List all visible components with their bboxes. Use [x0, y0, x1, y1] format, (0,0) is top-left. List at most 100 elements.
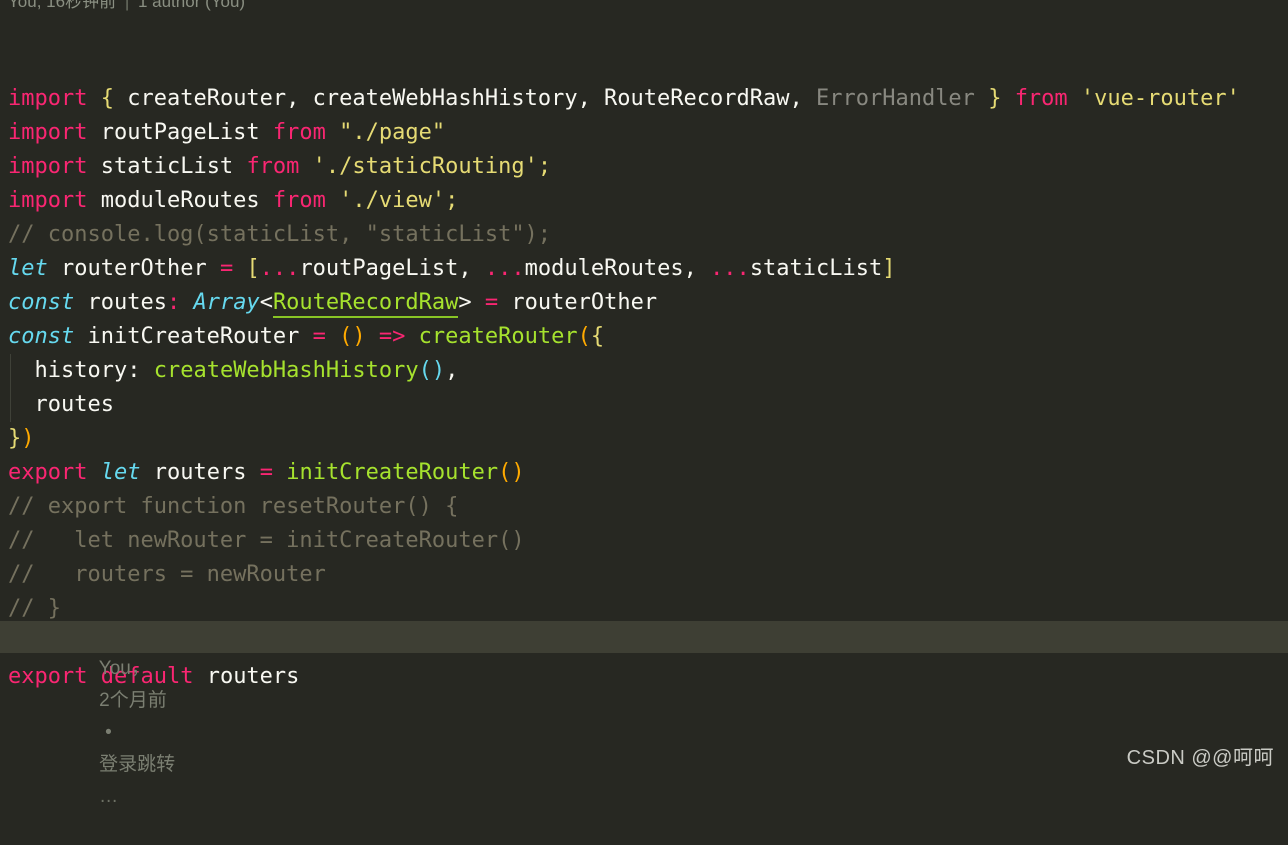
- code-token: :: [166, 290, 181, 315]
- code-token: history: [8, 358, 128, 383]
- code-token: from: [246, 154, 300, 179]
- code-token: routes: [8, 392, 114, 417]
- code-token: =: [259, 460, 273, 485]
- code-token: const: [8, 324, 75, 349]
- code-token: ,: [445, 358, 459, 383]
- code-token: {: [590, 324, 605, 349]
- code-line[interactable]: let routerOther = [...routPageList, ...m…: [0, 252, 1288, 286]
- code-token: // console.log(staticList, "staticList")…: [8, 222, 552, 247]
- code-token: ): [21, 426, 35, 451]
- code-token: import: [8, 120, 88, 145]
- code-token: =: [219, 256, 234, 281]
- code-line[interactable]: // console.log(staticList, "staticList")…: [0, 218, 1288, 252]
- code-line[interactable]: export default routers: [0, 660, 1288, 694]
- code-token: from: [1014, 86, 1068, 111]
- code-token: staticList: [87, 154, 247, 179]
- code-token: // let newRouter = initCreateRouter(): [8, 528, 525, 553]
- code-token: [: [246, 256, 260, 281]
- code-token: routers: [140, 460, 260, 485]
- code-line[interactable]: // routers = newRouter: [0, 558, 1288, 592]
- code-token: ]: [882, 256, 896, 281]
- code-token: './view';: [339, 188, 459, 213]
- code-token: let: [8, 256, 48, 281]
- code-token: routPageList: [87, 120, 273, 145]
- blame-author: You，: [98, 658, 150, 679]
- code-token: "./page": [339, 120, 446, 145]
- code-line[interactable]: import staticList from './staticRouting'…: [0, 150, 1288, 184]
- blame-time-ago: 2个月前: [99, 690, 167, 711]
- code-token: moduleRoutes,: [524, 256, 711, 281]
- code-token: Array: [193, 290, 260, 315]
- code-token: routPageList,: [299, 256, 485, 281]
- code-token: >: [458, 290, 472, 315]
- code-line[interactable]: import routPageList from "./page": [0, 116, 1288, 150]
- code-line[interactable]: // export function resetRouter() {: [0, 490, 1288, 524]
- code-token: routes: [74, 290, 167, 315]
- code-token: ...: [484, 256, 525, 281]
- code-token: const: [8, 290, 75, 315]
- code-token: 'vue-router': [1080, 86, 1240, 111]
- code-token: }: [8, 426, 22, 451]
- code-token: ...: [259, 256, 300, 281]
- code-line[interactable]: // let newRouter = initCreateRouter(): [0, 524, 1288, 558]
- code-line[interactable]: import moduleRoutes from './view';: [0, 184, 1288, 218]
- code-token: =: [484, 290, 499, 315]
- code-token: export: [8, 460, 88, 485]
- code-token: ...: [710, 256, 750, 281]
- code-token: './staticRouting';: [312, 154, 552, 179]
- code-line[interactable]: export let routers = initCreateRouter(): [0, 456, 1288, 490]
- codelens-time-ago: 16秒钟前: [46, 0, 117, 11]
- code-token: routerOther: [498, 290, 658, 315]
- code-token: // routers = newRouter: [8, 562, 326, 587]
- code-token: =>: [378, 324, 406, 349]
- code-token: moduleRoutes: [87, 188, 273, 213]
- code-line[interactable]: import { createRouter, createWebHashHist…: [0, 82, 1288, 116]
- code-token: initCreateRouter: [74, 324, 313, 349]
- code-line[interactable]: history: createWebHashHistory(),: [0, 354, 1288, 388]
- code-line[interactable]: const routes: Array<RouteRecordRaw> = ro…: [0, 286, 1288, 320]
- blame-ellipsis: …: [99, 786, 119, 807]
- codelens-author: You,: [8, 0, 42, 11]
- code-token: }: [988, 86, 1002, 111]
- code-token: import: [8, 86, 88, 111]
- code-line[interactable]: routes: [0, 388, 1288, 422]
- code-token: :: [127, 358, 154, 383]
- codelens-separator: |: [124, 0, 130, 11]
- code-token: (): [498, 460, 525, 485]
- code-token: from: [272, 188, 326, 213]
- code-token: =: [312, 324, 326, 349]
- code-token: initCreateRouter: [286, 460, 499, 485]
- code-token: createRouter: [418, 324, 578, 349]
- csdn-watermark: CSDN @@呵呵: [1126, 747, 1274, 769]
- blame-commit-message: 登录跳转: [99, 754, 176, 775]
- code-line[interactable]: const initCreateRouter = () => createRou…: [0, 320, 1288, 354]
- code-token: let: [100, 460, 141, 485]
- codelens-authors-summary: 1 author (You): [137, 0, 246, 11]
- code-token: {: [100, 86, 114, 111]
- blame-bullet-separator: •: [105, 722, 112, 743]
- code-token: // }: [8, 596, 61, 621]
- code-token: routerOther: [47, 256, 220, 281]
- code-line[interactable]: }): [0, 422, 1288, 456]
- code-token: (): [418, 358, 446, 383]
- code-content[interactable]: import { createRouter, createWebHashHist…: [0, 82, 1288, 694]
- codelens-blame-annotation[interactable]: You, 16秒钟前 | 1 author (You): [0, 0, 245, 13]
- code-token: ErrorHandler: [815, 86, 975, 111]
- code-token: export: [8, 664, 88, 689]
- code-token: RouteRecordRaw: [272, 290, 459, 318]
- inline-blame-annotation[interactable]: You， 2个月前 • 登录跳转 …: [0, 621, 1288, 807]
